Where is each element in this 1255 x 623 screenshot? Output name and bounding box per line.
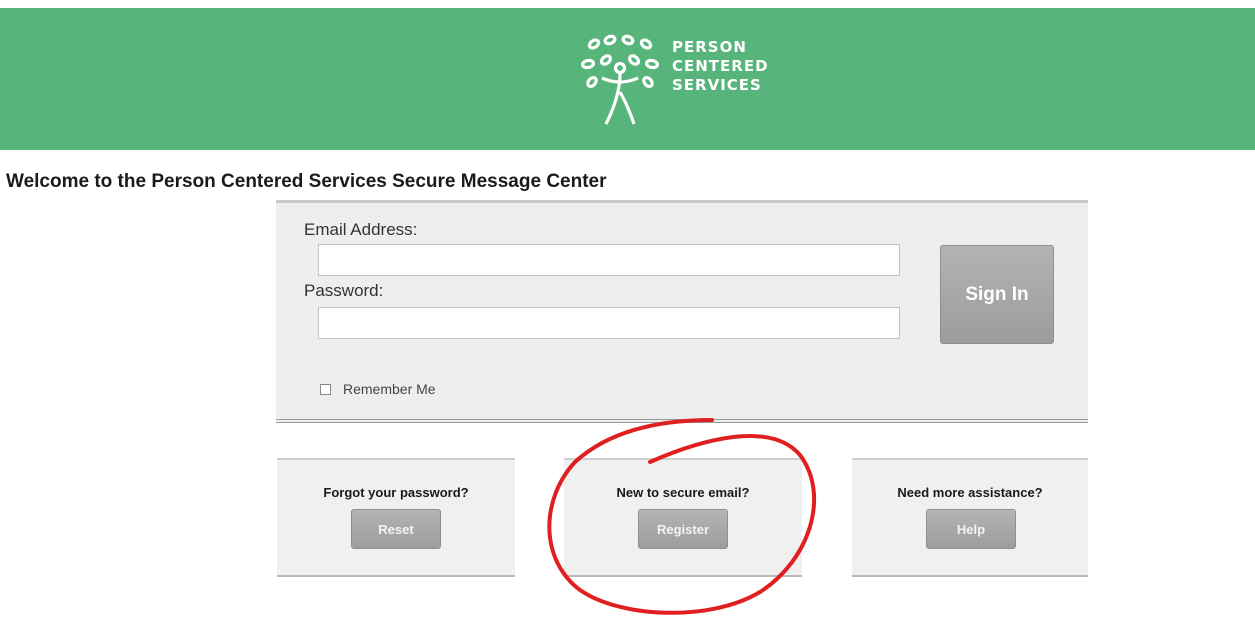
logo-line-2: CENTERED: [672, 57, 769, 75]
forgot-password-title: Forgot your password?: [323, 485, 469, 500]
remember-me-label: Remember Me: [343, 381, 436, 397]
logo: PERSON CENTERED SERVICES: [580, 34, 800, 130]
assistance-title: Need more assistance?: [897, 485, 1043, 500]
email-label: Email Address:: [304, 220, 418, 239]
password-field[interactable]: [318, 307, 900, 339]
page-title: Welcome to the Person Centered Services …: [6, 171, 607, 192]
remember-me-checkbox[interactable]: [320, 383, 331, 395]
email-field[interactable]: [318, 244, 900, 276]
assistance-card: Need more assistance? Help: [852, 458, 1088, 577]
register-button[interactable]: Register: [638, 509, 728, 549]
logo-line-3: SERVICES: [672, 76, 762, 94]
header-banner: PERSON CENTERED SERVICES: [0, 8, 1255, 150]
new-user-card: New to secure email? Register: [564, 458, 802, 577]
reset-button[interactable]: Reset: [351, 509, 441, 549]
sign-in-button[interactable]: Sign In: [940, 245, 1054, 344]
logo-line-1: PERSON: [672, 38, 747, 56]
login-panel: Email Address: Password: Sign In Remembe…: [276, 200, 1088, 423]
password-label: Password:: [304, 281, 384, 300]
tree-person-icon: [580, 34, 660, 125]
remember-me[interactable]: Remember Me: [320, 381, 436, 397]
forgot-password-card: Forgot your password? Reset: [277, 458, 515, 577]
help-button[interactable]: Help: [926, 509, 1016, 549]
logo-text: PERSON CENTERED SERVICES: [672, 38, 769, 95]
new-user-title: New to secure email?: [616, 485, 750, 500]
